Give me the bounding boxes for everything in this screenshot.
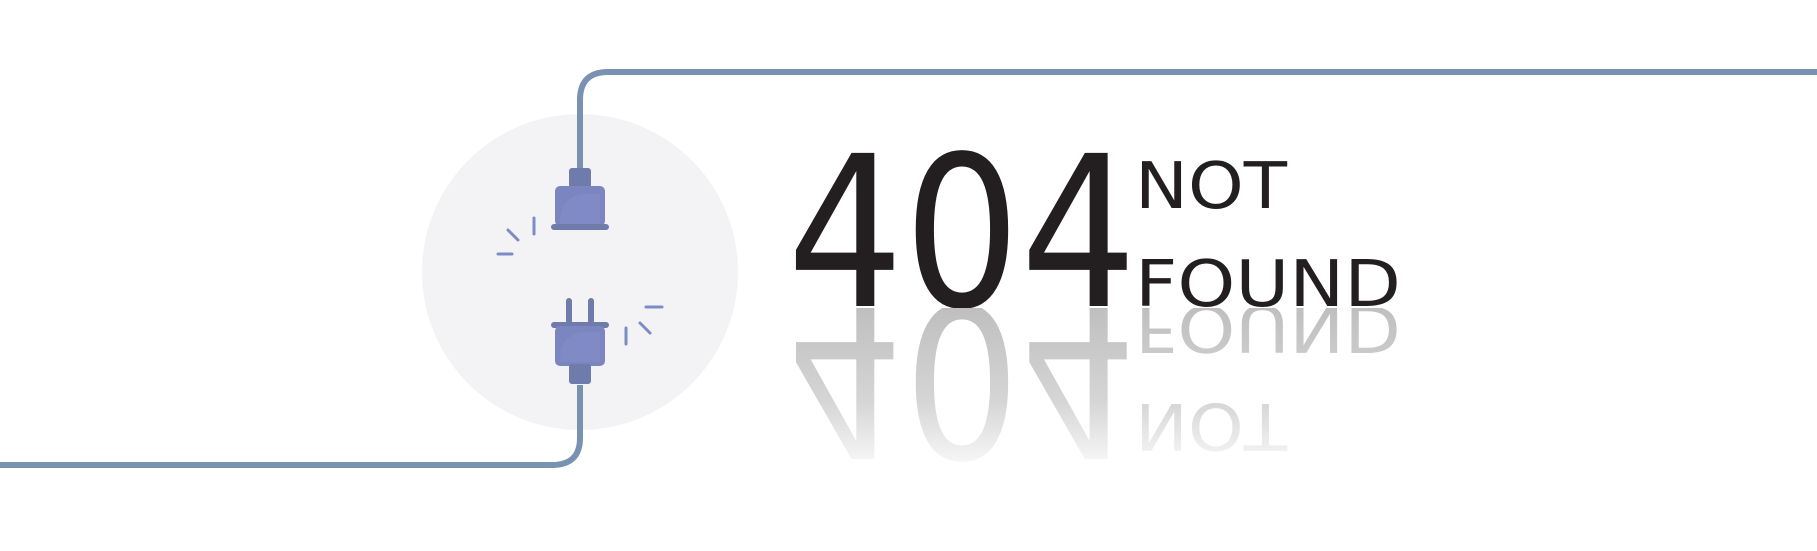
error-word-not: NOT bbox=[1135, 150, 1288, 224]
error-illustration: 404 NOT FOUND 404 NOT FOUND bbox=[0, 69, 1817, 478]
reflection-fade bbox=[760, 308, 1460, 478]
